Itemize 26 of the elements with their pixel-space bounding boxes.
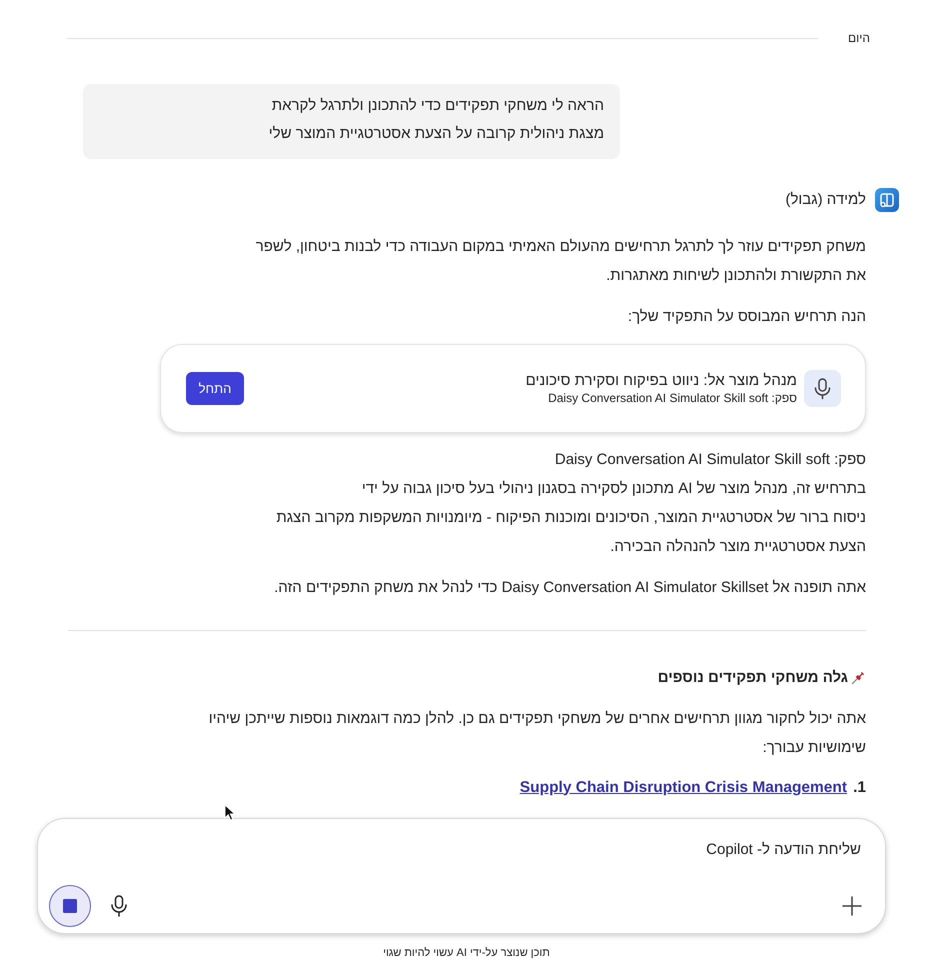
scenario-provider: ספק: Daisy Conversation AI Simulator Skill soft <box>548 390 797 406</box>
redirect-note: אתה תופנה אל Daisy Conversation AI Simulator Skillset כדי לנהל את משחק התפקידים הזה. <box>274 578 866 598</box>
date-label: היום <box>848 30 870 46</box>
disclaimer-text: תוכן שנוצר על-ידי AI עשוי להיות שגוי <box>382 946 551 960</box>
start-button[interactable]: התחל <box>186 372 244 405</box>
pushpin-icon <box>851 670 866 685</box>
user-message-text: הראה לי משחקי תפקידים כדי להתכונן ולתרגל לקראת מצגת ניהולית קרובה על הצעת אסטרטגיית המוצר שלי <box>268 96 604 144</box>
microphone-button[interactable] <box>111 895 127 917</box>
provider-text: ספק: Daisy Conversation AI Simulator Skill soft <box>554 450 866 470</box>
section-paragraph: אתה יכול לחקור מגוון תרחישים אחרים של משחקי תפקידים גם כן. להלן כמה דוגמאות נוספות שייתכן שיהיו שימושיות עבורך: <box>208 709 866 758</box>
stop-icon <box>63 899 77 913</box>
agent-avatar-icon <box>875 188 899 212</box>
microphone-icon <box>111 895 127 917</box>
scenario-link[interactable]: Supply Chain Disruption Crisis Management <box>520 778 848 798</box>
message-input[interactable]: שליחת הודעה ל- Copilot <box>62 837 861 861</box>
microphone-icon <box>804 370 841 407</box>
add-button[interactable] <box>842 896 862 916</box>
scenario-title: מנהל מוצר אל: ניווט בפיקוח וסקירת סיכונים <box>526 371 797 390</box>
response-paragraph: משחק תפקידים עוזר לך לתרגל תרחישים מהעולם האמיתי במקום העבודה כדי לבנות ביטחון, לשפר את התקשורת ולהתכונן לשיחות מאתגרות. <box>256 237 866 286</box>
stop-button[interactable] <box>49 885 91 927</box>
scenario-description: בתרחיש זה, מנהל מוצר של AI מתכונן לסקירה בסגנון ניהולי בעל סיכון גבוה על ידי ניסוח ברור של אסטרטגיית המוצר, הסיכונים ומוכנות הפיקוח - מיומנויות המשקפות מקרוב הצגת הצעת אסטרטגיית מוצר להנהלה הבכירה. <box>276 479 866 557</box>
list-number: 1. <box>853 778 866 798</box>
response-text: הנה תרחיש המבוסס על התפקיד שלך: <box>628 307 866 327</box>
agent-name: למידה (גבול) <box>785 191 866 209</box>
plus-icon <box>842 896 862 916</box>
section-heading: גלה משחקי תפקידים נוספים <box>658 668 848 688</box>
